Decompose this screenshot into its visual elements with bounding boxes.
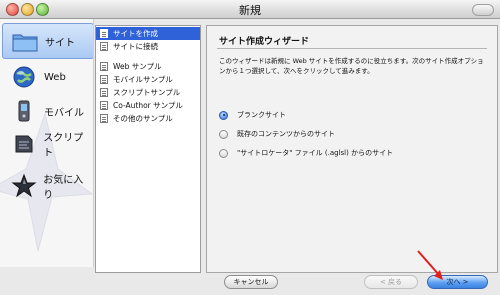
template-list[interactable]: サイトを作成 サイトに接続 Web サンプル モバイルサンプル スクリプトサンプ… (95, 25, 201, 273)
option-label: 既存のコンテンツからのサイト (237, 130, 335, 138)
option-blank-site[interactable]: ブランクサイト (219, 108, 286, 122)
toolbar-toggle-button[interactable] (472, 4, 494, 16)
list-item-script-sample[interactable]: スクリプトサンプル (96, 86, 200, 99)
next-button[interactable]: 次へ > (427, 275, 488, 289)
category-favorites[interactable]: お気に入り (2, 169, 92, 203)
category-web[interactable]: Web (2, 60, 92, 94)
document-icon (100, 62, 108, 71)
category-mobile[interactable]: モバイル (2, 94, 92, 128)
document-icon (100, 88, 108, 97)
list-item-label: スクリプトサンプル (113, 88, 181, 97)
favorite-star-icon (10, 172, 37, 200)
list-item-label: モバイルサンプル (113, 75, 173, 84)
category-panel: サイト Web モバイル スクリプト お気に入り (0, 19, 94, 267)
category-site[interactable]: サイト (2, 23, 93, 59)
list-item-label: その他のサンプル (113, 114, 173, 123)
list-item-coauthor-sample[interactable]: Co-Author サンプル (96, 99, 200, 112)
list-item-connect-site[interactable]: サイトに接続 (96, 40, 200, 53)
radio-button[interactable] (219, 129, 228, 139)
window-title: 新規 (239, 4, 261, 17)
document-icon (100, 75, 108, 84)
category-label: スクリプト (43, 133, 84, 159)
list-item-other-sample[interactable]: その他のサンプル (96, 112, 200, 125)
document-icon (100, 29, 108, 38)
option-site-locator-file[interactable]: "サイトロケータ" ファイル (.aglsl) からのサイト (219, 146, 393, 160)
category-label: モバイル (44, 107, 84, 119)
site-folder-icon (11, 27, 39, 55)
list-item-label: Co-Author サンプル (113, 101, 183, 110)
list-item-web-sample[interactable]: Web サンプル (96, 60, 200, 73)
radio-button[interactable] (219, 110, 228, 120)
site-wizard-panel: サイト作成ウィザード このウィザードは新規に Web サイトを作成するのに役立ち… (206, 25, 498, 273)
list-item-create-site[interactable]: サイトを作成 (96, 27, 200, 40)
divider (217, 48, 487, 49)
dialog-content: サイト Web モバイル スクリプト お気に入り サイトを作成 サイトに接続 W… (0, 19, 500, 295)
category-label: お気に入り (43, 175, 84, 201)
back-button[interactable]: < 戻る (364, 275, 418, 289)
document-icon (100, 114, 108, 123)
list-item-label: サイトを作成 (113, 29, 158, 38)
wizard-title: サイト作成ウィザード (219, 37, 310, 47)
script-icon (10, 130, 37, 158)
cancel-button[interactable]: キャンセル (224, 275, 278, 289)
radio-button[interactable] (219, 148, 228, 158)
list-item-mobile-sample[interactable]: モバイルサンプル (96, 73, 200, 86)
option-existing-content[interactable]: 既存のコンテンツからのサイト (219, 127, 335, 141)
document-icon (100, 42, 108, 51)
list-item-label: サイトに接続 (113, 42, 158, 51)
mobile-phone-icon (10, 97, 38, 125)
title-bar: 新規 (0, 0, 500, 19)
globe-icon (10, 63, 38, 91)
document-icon (100, 101, 108, 110)
option-label: "サイトロケータ" ファイル (.aglsl) からのサイト (237, 149, 394, 157)
category-label: Web (44, 71, 66, 83)
category-label: サイト (45, 37, 75, 49)
option-label: ブランクサイト (237, 111, 286, 119)
category-script[interactable]: スクリプト (2, 127, 92, 161)
list-item-label: Web サンプル (113, 62, 162, 71)
wizard-description: このウィザードは新規に Web サイトを作成するのに役立ちます。次のサイト作成オ… (219, 57, 484, 75)
